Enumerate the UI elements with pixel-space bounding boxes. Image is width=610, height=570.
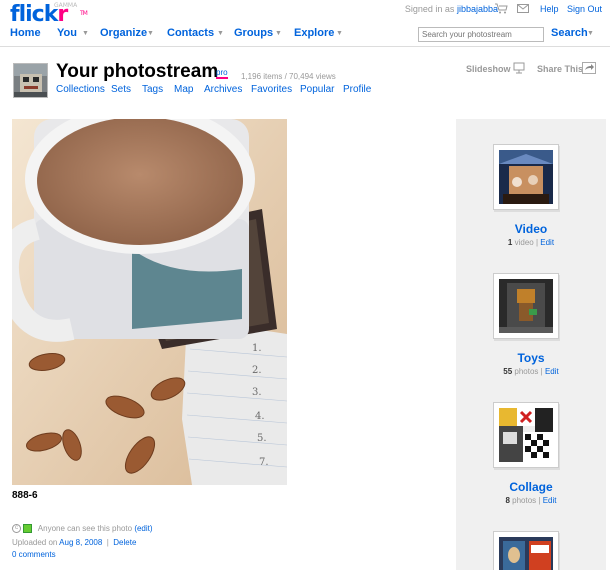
uploaded-prefix: Uploaded on bbox=[12, 538, 58, 547]
comments-link[interactable]: 0 comments bbox=[12, 550, 56, 559]
slideshow-link[interactable]: Slideshow bbox=[466, 64, 511, 74]
upload-line: Uploaded on Aug 8, 2008 | Delete bbox=[12, 538, 137, 547]
sets-sidebar: Video 1 video | Edit Toys 55 photos | Ed… bbox=[456, 119, 606, 570]
subnav-popular[interactable]: Popular bbox=[300, 84, 334, 95]
nav-organize[interactable]: Organize bbox=[100, 27, 147, 39]
nav-contacts[interactable]: Contacts bbox=[167, 27, 214, 39]
subnav-tags[interactable]: Tags bbox=[142, 84, 163, 95]
set-thumbnail[interactable] bbox=[499, 408, 553, 462]
photostream-counts: 1,196 items / 70,494 views bbox=[241, 72, 336, 81]
subnav-favorites[interactable]: Favorites bbox=[251, 84, 292, 95]
subnav-sets[interactable]: Sets bbox=[111, 84, 131, 95]
nav-groups[interactable]: Groups bbox=[234, 27, 273, 39]
privacy-line: c Anyone can see this photo (edit) bbox=[12, 524, 153, 534]
set-edit-link[interactable]: Edit bbox=[545, 367, 559, 376]
flickr-logo[interactable]: flickr GAMMA TM bbox=[10, 2, 88, 27]
privacy-icon bbox=[23, 524, 32, 534]
nav-home[interactable]: Home bbox=[10, 27, 41, 39]
set-edit-link[interactable]: Edit bbox=[540, 238, 554, 247]
username-link[interactable]: jibbajabba bbox=[457, 4, 498, 14]
set-thumbnail[interactable] bbox=[499, 150, 553, 204]
set-count: 8 bbox=[505, 496, 510, 505]
svg-text:5.: 5. bbox=[257, 433, 267, 444]
set-edit-link[interactable]: Edit bbox=[543, 496, 557, 505]
share-arrow-icon[interactable] bbox=[582, 62, 596, 77]
help-link[interactable]: Help bbox=[540, 4, 559, 14]
search-button[interactable]: Search bbox=[551, 27, 588, 39]
main-photo[interactable]: 1. 2. 3. 4. 5. 7. bbox=[12, 119, 287, 485]
chevron-down-icon[interactable]: ▼ bbox=[336, 30, 343, 37]
svg-text:4.: 4. bbox=[255, 411, 265, 422]
set-unit: photos bbox=[512, 496, 537, 505]
set-title[interactable]: Collage bbox=[456, 480, 606, 494]
svg-text:3.: 3. bbox=[252, 387, 262, 398]
svg-text:2.: 2. bbox=[252, 365, 262, 376]
signed-in-prefix: Signed in as bbox=[404, 4, 455, 14]
pro-badge[interactable]: pro bbox=[216, 68, 228, 79]
page-title: Your photostream bbox=[56, 61, 219, 82]
set-title[interactable]: Video bbox=[456, 222, 606, 236]
set-unit: video bbox=[514, 238, 534, 247]
uploaded-date-link[interactable]: Aug 8, 2008 bbox=[59, 538, 102, 547]
set-thumbnail-frame[interactable] bbox=[493, 273, 559, 339]
nav-divider bbox=[0, 46, 610, 47]
chevron-down-icon[interactable]: ▼ bbox=[147, 30, 154, 37]
photo-title[interactable]: 888-6 bbox=[12, 490, 38, 501]
subnav-archives[interactable]: Archives bbox=[204, 84, 242, 95]
mail-icon[interactable] bbox=[517, 4, 529, 16]
privacy-edit-link[interactable]: (edit) bbox=[134, 524, 152, 533]
set-thumbnail-frame[interactable] bbox=[493, 531, 559, 570]
privacy-text: Anyone can see this photo bbox=[37, 524, 133, 533]
logo-beta-tag: GAMMA bbox=[54, 2, 78, 9]
set-count: 1 bbox=[507, 238, 513, 247]
nav-explore[interactable]: Explore bbox=[294, 27, 334, 39]
set-thumbnail[interactable] bbox=[499, 279, 553, 333]
set-meta: 1 video | Edit bbox=[507, 238, 555, 247]
logo-text-flick: flick bbox=[10, 2, 58, 27]
set-meta: 55 photos | Edit bbox=[503, 367, 559, 376]
chevron-down-icon[interactable]: ▼ bbox=[275, 30, 282, 37]
set-meta: 8 photos | Edit bbox=[505, 496, 557, 505]
slideshow-icon[interactable] bbox=[513, 62, 525, 77]
set-thumbnail-frame[interactable] bbox=[493, 144, 559, 210]
signed-in-status: Signed in as jibbajabba bbox=[405, 4, 498, 14]
set-unit: photos bbox=[514, 367, 539, 376]
logo-tm: TM bbox=[80, 10, 88, 17]
set-count: 55 bbox=[503, 367, 513, 376]
sign-out-link[interactable]: Sign Out bbox=[567, 4, 602, 14]
subnav-profile[interactable]: Profile bbox=[343, 84, 371, 95]
copyright-icon[interactable]: c bbox=[12, 524, 21, 534]
subnav-collections[interactable]: Collections bbox=[56, 84, 105, 95]
set-thumbnail[interactable] bbox=[499, 537, 553, 570]
share-this-link[interactable]: Share This bbox=[537, 64, 583, 74]
chevron-down-icon[interactable]: ▼ bbox=[82, 30, 89, 37]
set-title[interactable]: Toys bbox=[456, 351, 606, 365]
cart-icon[interactable] bbox=[495, 3, 508, 17]
chevron-down-icon[interactable]: ▼ bbox=[217, 30, 224, 37]
search-input[interactable] bbox=[418, 27, 544, 42]
chevron-down-icon[interactable]: ▼ bbox=[587, 30, 594, 37]
set-thumbnail-frame[interactable] bbox=[493, 402, 559, 468]
subnav-map[interactable]: Map bbox=[174, 84, 193, 95]
nav-you[interactable]: You bbox=[57, 27, 77, 39]
delete-link[interactable]: Delete bbox=[113, 538, 136, 547]
svg-text:1.: 1. bbox=[252, 343, 262, 354]
buddy-icon-avatar[interactable] bbox=[13, 63, 48, 98]
svg-text:7.: 7. bbox=[259, 457, 269, 468]
